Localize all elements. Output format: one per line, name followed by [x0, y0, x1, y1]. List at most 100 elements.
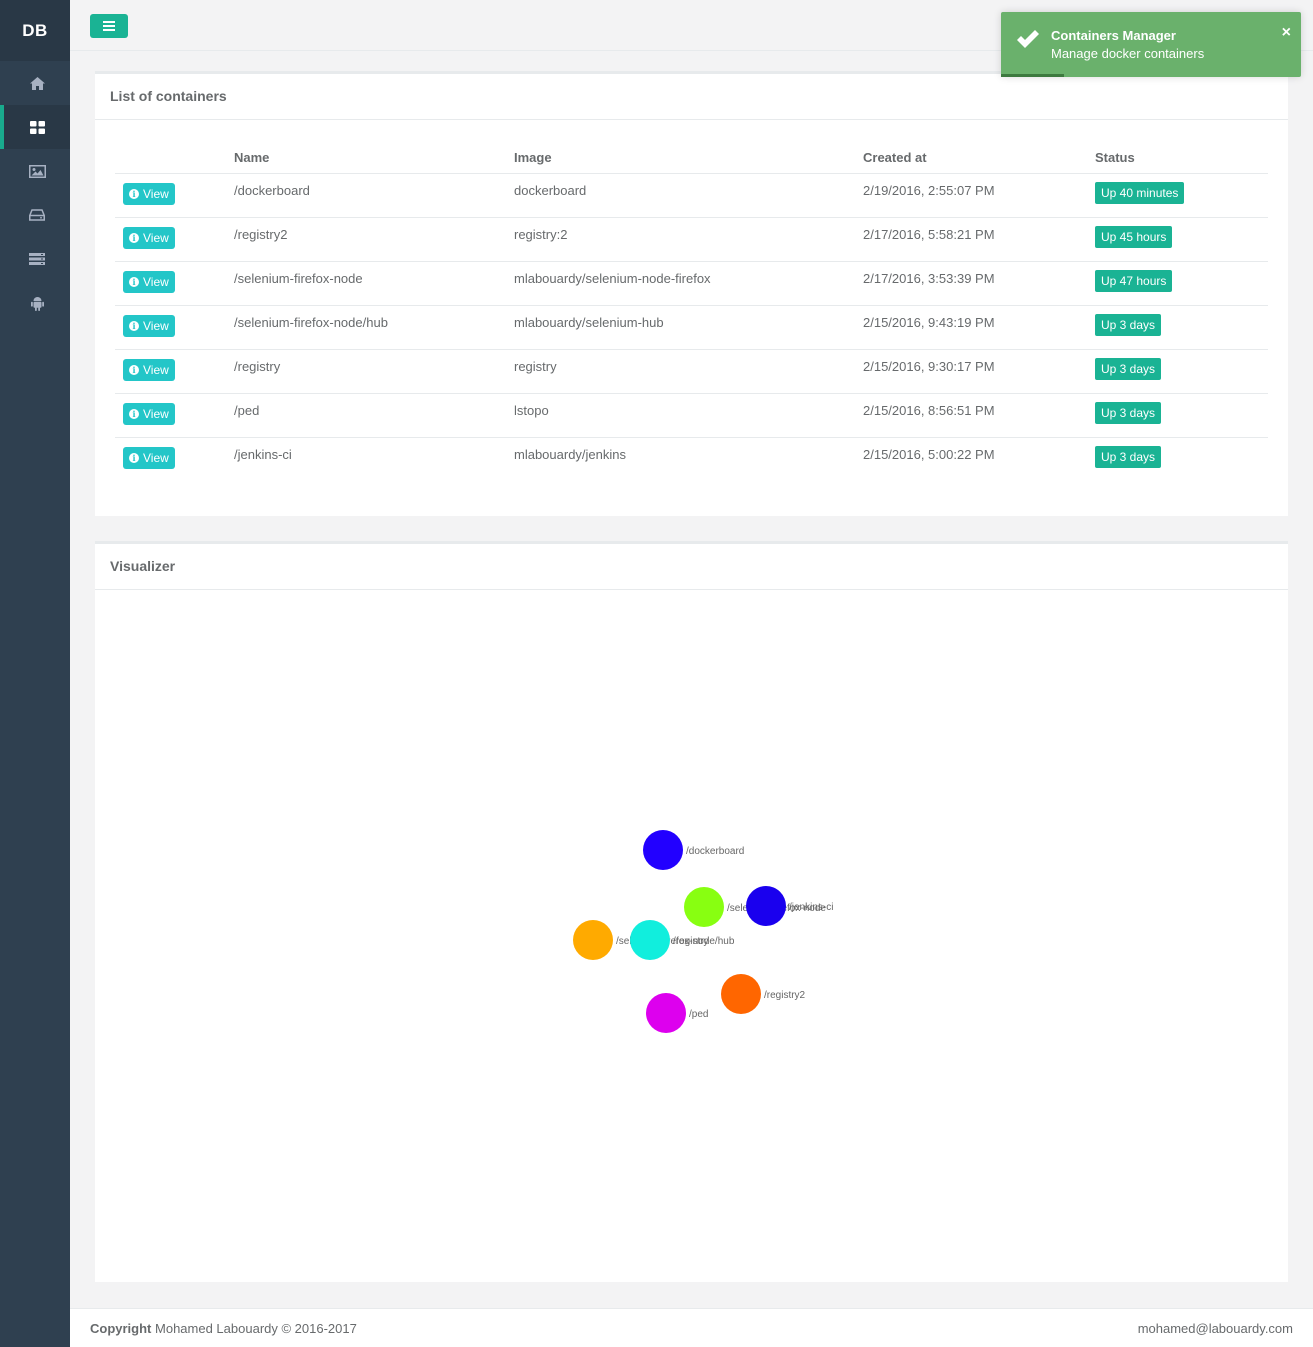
copyright-label: Copyright [90, 1321, 152, 1336]
view-label: View [143, 186, 169, 201]
container-image: mlabouardy/jenkins [514, 446, 627, 462]
container-created: 2/17/2016, 3:53:39 PM [863, 261, 1095, 306]
view-label: View [143, 274, 169, 289]
container-created: 2/15/2016, 8:56:51 PM [863, 393, 1095, 438]
column-header-status[interactable]: Status [1095, 143, 1268, 174]
sidebar-item-images[interactable] [0, 149, 70, 193]
view-label: View [143, 406, 169, 421]
container-image: dockerboard [514, 173, 863, 218]
toast-message: Manage docker containers [1051, 46, 1205, 61]
container-name: /selenium-firefox-node [234, 261, 514, 306]
view-button[interactable]: i View [123, 446, 175, 469]
visualizer-graph[interactable]: /dockerboard/selenium-firefox-node/jenki… [95, 590, 1288, 1282]
node-circle[interactable] [721, 974, 761, 1014]
status-badge: Up 3 days [1095, 445, 1162, 468]
container-image: mlabouardy/selenium-hub [514, 305, 863, 350]
android-icon [30, 296, 44, 311]
graph-node[interactable]: /jenkins-ci [746, 886, 833, 926]
graph-node[interactable]: /ped [646, 993, 708, 1033]
view-button[interactable]: i View [123, 182, 175, 205]
info-circle-icon: i [129, 408, 139, 419]
container-created: 2/15/2016, 9:43:19 PM [863, 305, 1095, 350]
column-header-image[interactable]: Image [514, 143, 863, 174]
node-circle[interactable] [643, 830, 683, 870]
container-name: /registry [234, 349, 514, 394]
graph-node[interactable]: /registry2 [721, 974, 806, 1014]
view-button[interactable]: i View [123, 226, 175, 249]
toast-close-button[interactable]: × [1282, 25, 1291, 41]
sidebar-item-volumes[interactable] [0, 193, 70, 237]
view-button[interactable]: i View [123, 314, 175, 337]
node-label: /dockerboard [686, 846, 744, 857]
actions-cell: i View [115, 349, 234, 394]
table-row: i View/ped lstopo 2/15/2016, 8:56:51 PM Up 3… [115, 393, 1268, 438]
container-name: /dockerboard [234, 173, 514, 218]
actions-cell: i View [115, 437, 234, 481]
view-button[interactable]: i View [123, 270, 175, 293]
view-label: View [143, 230, 169, 245]
status-cell: Up 3 days [1095, 393, 1268, 438]
node-label: /registry2 [764, 990, 806, 1001]
column-header-actions [115, 143, 234, 174]
container-name: /registry2 [234, 217, 514, 262]
status-cell: Up 3 days [1095, 305, 1268, 350]
footer-copyright: Copyright Mohamed Labouardy © 2016-2017 [90, 1321, 357, 1336]
check-icon [1017, 30, 1039, 48]
sidebar-item-dashboard[interactable] [0, 105, 70, 149]
container-created: 2/15/2016, 9:30:17 PM [863, 349, 1095, 394]
table-row: i View/selenium-firefox-node/hub mlabouard… [115, 305, 1268, 350]
brand-logo[interactable]: DB [0, 0, 70, 61]
info-circle-icon: i [129, 188, 139, 199]
info-circle-icon: i [129, 232, 139, 243]
node-label: /ped [689, 1009, 708, 1020]
container-created: 2/15/2016, 5:00:22 PM [863, 446, 995, 462]
dashboard-icon [29, 120, 45, 134]
actions-cell: i View [115, 173, 234, 218]
view-label: View [143, 450, 169, 465]
toast-progress-bar [1001, 74, 1064, 77]
container-image: mlabouardy/selenium-node-firefox [514, 261, 863, 306]
container-image: registry [514, 349, 863, 394]
container-image: lstopo [514, 393, 863, 438]
menu-toggle-button[interactable] [90, 14, 128, 38]
footer-email: mohamed@labouardy.com [1137, 1321, 1293, 1336]
sidebar-item-servers[interactable] [0, 237, 70, 281]
view-button[interactable]: i View [123, 358, 175, 381]
column-header-name[interactable]: Name [234, 143, 514, 174]
actions-cell: i View [115, 261, 234, 306]
node-circle[interactable] [630, 920, 670, 960]
status-badge: Up 3 days [1095, 401, 1162, 424]
status-cell: Up 40 minutes [1095, 173, 1268, 218]
actions-cell: i View [115, 393, 234, 438]
bars-icon [103, 21, 115, 31]
toast-title: Containers Manager [1051, 28, 1176, 43]
table-row: i View/registry2 registry:2 2/17/2016, 5:58… [115, 217, 1268, 262]
graph-node[interactable]: /registry [630, 920, 709, 960]
sidebar-item-android[interactable] [0, 281, 70, 325]
table-row: i View/selenium-firefox-node mlabouardy/se… [115, 261, 1268, 306]
containers-panel: List of containers Name Image Created at… [95, 71, 1288, 516]
node-circle[interactable] [684, 887, 724, 927]
actions-cell: i View [115, 305, 234, 350]
sidebar-item-home[interactable] [0, 61, 70, 105]
status-cell: Up 47 hours [1095, 261, 1268, 306]
info-circle-icon: i [129, 276, 139, 287]
info-circle-icon: i [129, 320, 139, 331]
container-name: /ped [234, 393, 514, 438]
node-label: /jenkins-ci [789, 902, 833, 913]
node-circle[interactable] [746, 886, 786, 926]
view-button[interactable]: i View [123, 402, 175, 425]
graph-node[interactable]: /dockerboard [643, 830, 744, 870]
status-badge: Up 40 minutes [1095, 181, 1185, 204]
actions-cell: i View [115, 217, 234, 262]
node-circle[interactable] [646, 993, 686, 1033]
node-circle[interactable] [573, 920, 613, 960]
table-body: i View/dockerboard dockerboard 2/19/2016, 2… [115, 173, 1268, 481]
toast-notification[interactable]: Containers Manager Manage docker contain… [1001, 12, 1301, 77]
status-cell: Up 3 days [1095, 349, 1268, 394]
status-badge: Up 45 hours [1095, 225, 1173, 248]
container-created: 2/17/2016, 5:58:21 PM [863, 217, 1095, 262]
status-cell: Up 3 days [1095, 437, 1268, 481]
column-header-created[interactable]: Created at [863, 143, 1095, 174]
table-row: i View/dockerboard dockerboard 2/19/2016, 2… [115, 173, 1268, 218]
